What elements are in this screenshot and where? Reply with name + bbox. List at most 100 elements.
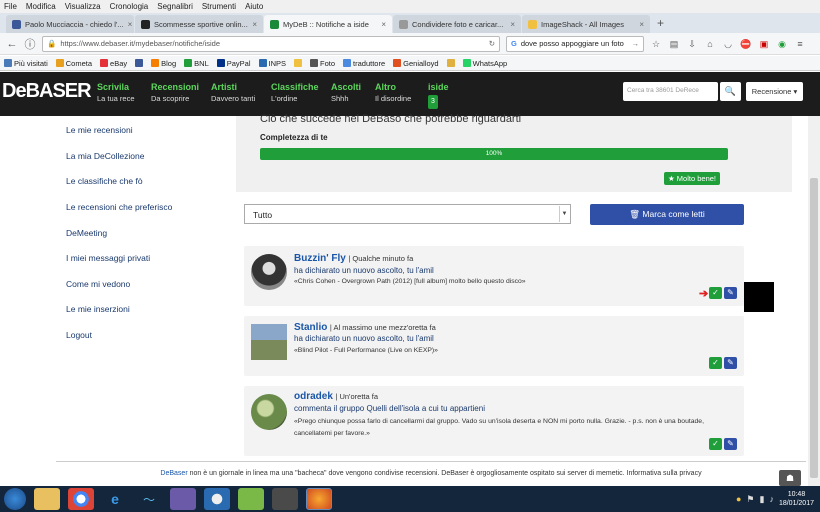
site-logo[interactable]: DeBASER (2, 80, 92, 103)
search-bar[interactable]: G dove posso appoggiare un foto → (506, 35, 644, 52)
bookmark-item[interactable]: eBay (100, 59, 127, 68)
extension-icon[interactable]: ▣ (758, 38, 770, 50)
edit-icon[interactable]: ✎ (724, 287, 737, 299)
menu-item-5[interactable]: Strumenti (202, 2, 236, 11)
bookmark-item[interactable]: Foto (310, 59, 335, 68)
media-app-icon[interactable] (272, 488, 298, 510)
close-tab-icon[interactable]: × (510, 20, 515, 29)
recensione-dropdown[interactable]: Recensione ▾ (746, 82, 803, 101)
nav-user-iside[interactable]: iside 3 (428, 81, 449, 109)
close-tab-icon[interactable]: × (639, 20, 644, 29)
photo-app-icon[interactable] (238, 488, 264, 510)
menu-item-3[interactable]: Cronologia (110, 2, 149, 11)
url-bar[interactable]: 🔒 https://www.debaser.it/mydebaser/notif… (42, 35, 500, 52)
menu-item-2[interactable]: Visualizza (65, 2, 101, 11)
browser-tab[interactable]: MyDeB :: Notifiche a iside × (264, 15, 392, 33)
check-icon[interactable]: ✓ (709, 438, 722, 450)
info-icon[interactable]: ⓘ (24, 36, 36, 52)
nav-scrivila[interactable]: Scrivila La tua rece (97, 81, 135, 105)
bookmark-item[interactable]: PayPal (216, 59, 251, 68)
firefox-icon[interactable] (306, 488, 332, 510)
edit-icon[interactable]: ✎ (724, 438, 737, 450)
bookmark-item[interactable]: INPS (258, 59, 286, 68)
chrome-icon[interactable] (68, 488, 94, 510)
clock[interactable]: 10:48 18/01/2017 (779, 490, 814, 508)
bookmark-item[interactable] (446, 59, 455, 67)
dropdown-arrow-icon[interactable]: ▼ (559, 206, 569, 222)
app-icon[interactable] (170, 488, 196, 510)
nav-ascolti[interactable]: Ascolti Shhh (331, 81, 361, 105)
menu-icon[interactable]: ≡ (794, 38, 806, 50)
home-icon[interactable]: ⌂ (704, 38, 716, 50)
filter-select[interactable]: Tutto ▼ (244, 204, 571, 224)
bookmark-item[interactable] (135, 59, 144, 67)
network-app-icon[interactable] (204, 488, 230, 510)
avatar[interactable] (251, 254, 287, 290)
tray-network-icon[interactable]: ▮ (760, 494, 765, 505)
user-name[interactable]: odradek (294, 391, 333, 402)
avatar[interactable] (251, 324, 287, 360)
browser-tab[interactable]: Condividere foto e caricar... × (393, 15, 521, 33)
browser-tab[interactable]: Paolo Mucciaccia - chiedo l'... × (6, 15, 134, 33)
sidebar-item-come-mi-vedono[interactable]: Come mi vedono (66, 279, 130, 289)
ie-icon[interactable]: e (102, 488, 128, 510)
bird-icon[interactable]: 〜 (136, 488, 162, 510)
sidebar-item-messaggi[interactable]: I miei messaggi privati (66, 253, 150, 263)
bookmark-item[interactable]: traduttore (343, 59, 385, 68)
go-icon[interactable]: → (632, 39, 640, 48)
bookmark-item[interactable]: Genialloyd (393, 59, 439, 68)
nav-altro[interactable]: Altro Il disordine (375, 81, 411, 105)
browser-tab[interactable]: ImageShack - All Images × (522, 15, 650, 33)
close-tab-icon[interactable]: × (252, 20, 257, 29)
check-icon[interactable]: ✓ (709, 287, 722, 299)
chat-icon[interactable]: ☗ (779, 470, 801, 486)
site-search-input[interactable]: Cerca tra 38601 DeRece (623, 82, 718, 101)
new-tab-button[interactable]: + (651, 16, 670, 30)
bookmark-item[interactable]: WhatsApp (462, 59, 507, 68)
search-icon[interactable]: 🔍 (720, 82, 741, 101)
mark-read-button[interactable]: 🗑 Marca come letti (590, 204, 744, 225)
menu-item-1[interactable]: Modifica (26, 2, 56, 11)
scrollbar-thumb[interactable] (810, 178, 818, 478)
adblock-icon[interactable]: ⛔ (740, 38, 752, 50)
back-icon[interactable]: ← (6, 38, 18, 50)
menu-item-0[interactable]: File (4, 2, 17, 11)
close-tab-icon[interactable]: × (381, 20, 386, 29)
sidebar-item-decollezione[interactable]: La mia DeCollezione (66, 151, 144, 161)
edit-icon[interactable]: ✎ (724, 357, 737, 369)
tray-volume-icon[interactable]: ♪ (769, 494, 774, 504)
sidebar-item-recensioni[interactable]: Le mie recensioni (66, 125, 133, 135)
nav-classifiche[interactable]: Classifiche L'ordine (271, 81, 319, 105)
sidebar-item-classifiche[interactable]: Le classifiche che fò (66, 176, 143, 186)
user-name[interactable]: Buzzin' Fly (294, 253, 346, 264)
sidebar-item-inserzioni[interactable]: Le mie inserzioni (66, 304, 130, 314)
browser-tab[interactable]: Scommesse sportive onlin... × (135, 15, 263, 33)
addon-icon[interactable]: ◉ (776, 38, 788, 50)
tray-warning-icon[interactable]: ● (736, 494, 741, 504)
sidebar-item-logout[interactable]: Logout (66, 330, 92, 340)
reload-icon[interactable]: ↻ (489, 39, 495, 48)
bookmark-item[interactable]: BNL (184, 59, 209, 68)
download-icon[interactable]: ⇩ (686, 38, 698, 50)
check-icon[interactable]: ✓ (709, 357, 722, 369)
close-tab-icon[interactable]: × (128, 20, 133, 29)
bookmark-item[interactable] (294, 59, 303, 67)
star-icon[interactable]: ☆ (650, 38, 662, 50)
menu-item-6[interactable]: Aiuto (245, 2, 263, 11)
sidebar-item-demeeting[interactable]: DeMeeting (66, 228, 107, 238)
nav-recensioni[interactable]: Recensioni Da scoprire (151, 81, 199, 105)
footer-brand[interactable]: DeBaser (160, 470, 187, 477)
pocket-icon[interactable]: ◡ (722, 38, 734, 50)
menu-item-4[interactable]: Segnalibri (157, 2, 193, 11)
folder-icon[interactable] (34, 488, 60, 510)
bookmark-item[interactable]: Cometa (55, 59, 92, 68)
start-icon[interactable] (4, 488, 26, 510)
nav-artisti[interactable]: Artisti Davvero tanti (211, 81, 255, 105)
avatar[interactable] (251, 394, 287, 430)
sidebar-item-preferite[interactable]: Le recensioni che preferisco (66, 202, 172, 212)
bookmark-item[interactable]: Blog (151, 59, 176, 68)
reading-list-icon[interactable]: ▤ (668, 38, 680, 50)
bookmark-item[interactable]: Più visitati (4, 59, 48, 68)
tray-flag-icon[interactable]: ⚑ (746, 494, 754, 505)
user-name[interactable]: Stanlio (294, 322, 327, 333)
